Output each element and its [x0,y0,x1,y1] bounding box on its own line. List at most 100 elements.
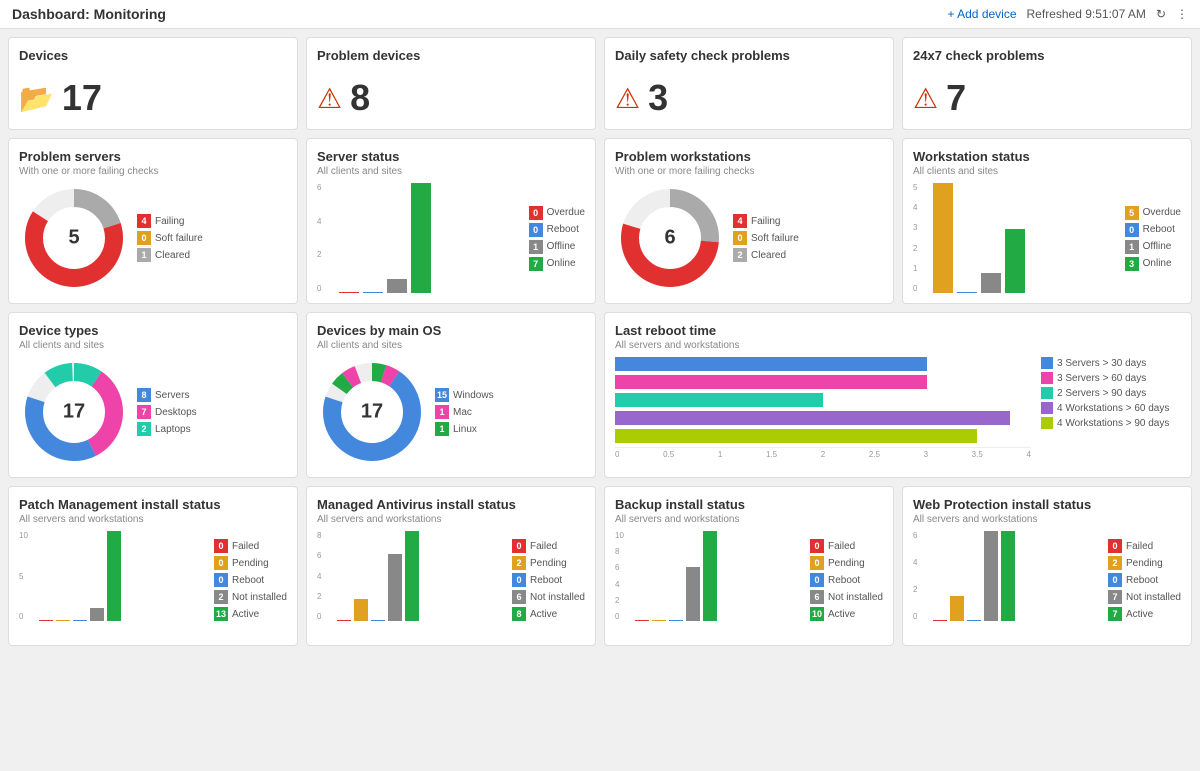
web-protection-subtitle: All servers and workstations [913,514,1181,525]
managed-antivirus-subtitle: All servers and workstations [317,514,585,525]
workstation-status-title: Workstation status [913,149,1181,164]
server-status-chart: 6420 0 Overdue 0 Reboot [317,183,585,293]
offline-box: 1 [529,240,543,254]
backup-bars: 1086420 [615,531,804,621]
bar-online [411,183,431,293]
refresh-label: Refreshed 9:51:07 AM [1027,7,1146,21]
problem-workstations-title: Problem workstations [615,149,883,164]
bar-offline [387,279,407,293]
server-status-title: Server status [317,149,585,164]
devices-by-os-donut: 17 [317,357,427,467]
devices-count: 17 [62,77,102,119]
last-reboot-content: 00.511.522.533.54 3 Servers > 30 days 3 … [615,357,1181,459]
last-reboot-title: Last reboot time [615,323,1181,338]
legend-item-cleared: 1 Cleared [137,248,203,262]
devices-by-os-title: Devices by main OS [317,323,585,338]
problem-servers-card: Problem servers With one or more failing… [8,138,298,304]
247-check-value-row: ⚠ 7 [913,77,966,119]
last-reboot-subtitle: All servers and workstations [615,340,1181,351]
patch-bars: 1050 [19,531,208,621]
problem-workstations-chart: 6 4 Failing 0 Soft failure 2 Cleared [615,183,883,293]
daily-safety-card: Daily safety check problems ⚠ 3 [604,37,894,130]
managed-antivirus-title: Managed Antivirus install status [317,497,585,512]
patch-management-chart: 1050 0 Failed 0 Pending 0 R [19,531,287,621]
hbar-fill-1 [615,357,927,371]
problem-devices-value-row: ⚠ 8 [317,77,370,119]
page-title: Dashboard: Monitoring [12,6,166,22]
last-reboot-legend: 3 Servers > 30 days 3 Servers > 60 days … [1041,357,1181,459]
server-status-subtitle: All clients and sites [317,166,585,177]
hbar-row-4 [615,411,1031,425]
ws-bar-overdue [933,183,953,293]
legend-item-failing: 4 Failing [137,214,203,228]
web-protection-title: Web Protection install status [913,497,1181,512]
problem-servers-chart: 5 4 Failing 0 Soft failure 1 Cleared [19,183,287,293]
hbar-row-1 [615,357,1031,371]
more-menu-icon[interactable]: ⋮ [1176,7,1188,21]
workstation-status-legend: 5 Overdue 0 Reboot 1 Offline 3 Online [1125,206,1181,271]
problem-workstations-subtitle: With one or more failing checks [615,166,883,177]
bar-reboot [363,292,383,293]
legend-item-soft-failure: 0 Soft failure [137,231,203,245]
web-protection-bars: 6420 [913,531,1102,621]
problem-devices-count: 8 [350,77,370,119]
device-types-donut: 17 [19,357,129,467]
server-status-card: Server status All clients and sites 6420… [306,138,596,304]
ws-bar-reboot [957,292,977,293]
web-protection-legend: 0 Failed 2 Pending 0 Reboot 7 Not instal… [1108,539,1181,621]
app-header: Dashboard: Monitoring + Add device Refre… [0,0,1200,29]
backup-legend: 0 Failed 0 Pending 0 Reboot 6 Not instal… [810,539,883,621]
device-types-chart: 17 8 Servers 7 Desktops 2 Laptops [19,357,287,467]
hbar-axis: 00.511.522.533.54 [615,447,1031,459]
devices-value-row: 📂 17 [19,77,102,119]
247-check-warning-icon: ⚠ [913,82,938,115]
backup-chart: 1086420 0 Failed 0 Pending 0 [615,531,883,621]
device-types-title: Device types [19,323,287,338]
devices-by-os-card: Devices by main OS All clients and sites… [306,312,596,478]
problem-devices-card: Problem devices ⚠ 8 [306,37,596,130]
refresh-icon[interactable]: ↻ [1156,7,1166,21]
hbar-row-2 [615,375,1031,389]
problem-servers-legend: 4 Failing 0 Soft failure 1 Cleared [137,214,203,262]
device-types-subtitle: All clients and sites [19,340,287,351]
backup-subtitle: All servers and workstations [615,514,883,525]
bar-overdue [339,292,359,293]
problem-servers-donut: 5 [19,183,129,293]
reboot-box: 0 [529,223,543,237]
problem-workstations-donut: 6 [615,183,725,293]
managed-antivirus-legend: 0 Failed 2 Pending 0 Reboot 6 Not instal… [512,539,585,621]
hbar-fill-5 [615,429,977,443]
daily-safety-count: 3 [648,77,668,119]
workstation-status-subtitle: All clients and sites [913,166,1181,177]
last-reboot-card: Last reboot time All servers and worksta… [604,312,1192,478]
failing-color: 4 [137,214,151,228]
add-device-button[interactable]: + Add device [947,7,1016,21]
backup-card: Backup install status All servers and wo… [604,486,894,646]
managed-antivirus-card: Managed Antivirus install status All ser… [306,486,596,646]
workstation-status-chart: 543210 5 Overdue 0 Reboot [913,183,1181,293]
devices-title: Devices [19,48,68,63]
hbar-row-3 [615,393,1031,407]
soft-failure-label: Soft failure [155,233,203,244]
ws-bar-online [1005,229,1025,293]
overdue-box: 0 [529,206,543,220]
devices-by-os-chart: 17 15 Windows 1 Mac 1 Linux [317,357,585,467]
cleared-color: 1 [137,248,151,262]
daily-safety-title: Daily safety check problems [615,48,790,63]
hbar-fill-3 [615,393,823,407]
problem-workstations-card: Problem workstations With one or more fa… [604,138,894,304]
ws-bar-offline [981,273,1001,293]
devices-by-os-legend: 15 Windows 1 Mac 1 Linux [435,388,494,436]
web-protection-card: Web Protection install status All server… [902,486,1192,646]
device-types-center: 17 [63,401,85,424]
patch-management-subtitle: All servers and workstations [19,514,287,525]
last-reboot-bars: 00.511.522.533.54 [615,357,1031,459]
server-status-legend: 0 Overdue 0 Reboot 1 Offline 7 Online [529,206,585,271]
problem-devices-warning-icon: ⚠ [317,82,342,115]
workstation-status-card: Workstation status All clients and sites… [902,138,1192,304]
hbar-fill-2 [615,375,927,389]
patch-management-title: Patch Management install status [19,497,287,512]
devices-by-os-subtitle: All clients and sites [317,340,585,351]
device-types-card: Device types All clients and sites 17 8 [8,312,298,478]
web-protection-chart: 6420 0 Failed 2 Pending 0 R [913,531,1181,621]
